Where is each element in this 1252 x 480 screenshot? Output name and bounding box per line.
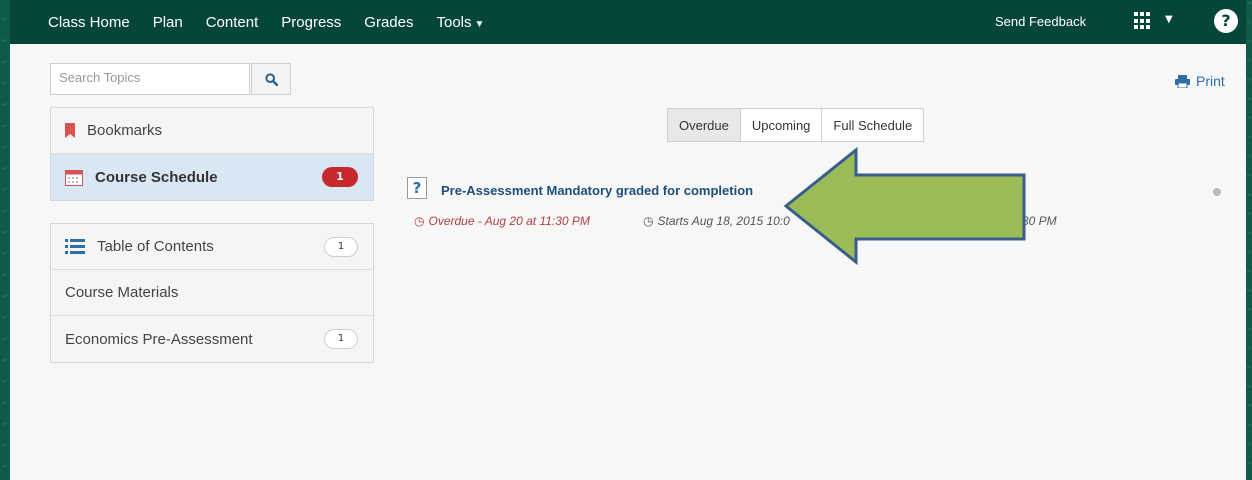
status-dot [1213, 188, 1221, 196]
tab-overdue[interactable]: Overdue [668, 109, 741, 141]
apps-caret-down-icon[interactable]: ▼ [1165, 14, 1173, 25]
module-count-badge: 1 [324, 329, 358, 349]
sidebar-item-economics-pre-assessment[interactable]: Economics Pre-Assessment 1 [51, 316, 373, 362]
caret-down-icon: ▼ [474, 19, 485, 30]
bookmark-icon [65, 123, 75, 138]
nav-progress[interactable]: Progress [281, 14, 341, 31]
nav-plan[interactable]: Plan [153, 14, 183, 31]
search-input[interactable]: Search Topics [50, 63, 250, 95]
sidebar-item-course-materials[interactable]: Course Materials [51, 270, 373, 316]
calendar-icon [65, 169, 83, 186]
list-icon [65, 239, 85, 254]
sidebar-item-course-schedule[interactable]: Course Schedule 1 [51, 154, 373, 200]
printer-icon [1175, 74, 1190, 88]
event-title-link[interactable]: Pre-Assessment Mandatory graded for comp… [441, 183, 753, 198]
sidebar-item-label: Economics Pre-Assessment [65, 330, 253, 348]
sidebar-item-label: Bookmarks [87, 122, 163, 139]
sidebar-item-label: Course Schedule [95, 168, 218, 186]
tab-full-schedule[interactable]: Full Schedule [822, 109, 923, 141]
nav-class-home[interactable]: Class Home [48, 14, 130, 31]
sidebar-item-label: Course Materials [65, 284, 179, 301]
sidebar-item-table-of-contents[interactable]: Table of Contents 1 [51, 224, 373, 270]
event-start-date: ◷ Starts Aug 18, 2015 10:0 [643, 214, 790, 228]
print-button[interactable]: Print [1175, 73, 1225, 89]
sidebar-item-label: Table of Contents [97, 238, 214, 255]
send-feedback-link[interactable]: Send Feedback [995, 14, 1086, 29]
nav-menu: Class Home Plan Content Progress Grades … [48, 14, 507, 31]
clock-icon: ◷ [643, 214, 654, 228]
left-border-strip [0, 0, 10, 480]
search-icon [264, 72, 278, 86]
sidebar-top-panel: Bookmarks Course Schedule 1 [50, 107, 374, 201]
nav-tools[interactable]: Tools ▼ [437, 14, 485, 31]
tab-upcoming[interactable]: Upcoming [741, 109, 823, 141]
print-label: Print [1196, 73, 1225, 89]
table-of-contents-panel: Table of Contents 1 Course Materials Eco… [50, 223, 374, 363]
nav-tools-label: Tools [436, 14, 472, 31]
page: Class Home Plan Content Progress Grades … [0, 0, 1252, 480]
sidebar-item-bookmarks[interactable]: Bookmarks [51, 108, 373, 154]
green-arrow-annotation [783, 146, 1026, 266]
nav-content[interactable]: Content [206, 14, 259, 31]
top-navbar: Class Home Plan Content Progress Grades … [10, 0, 1246, 44]
toc-count-badge: 1 [324, 237, 358, 257]
starts-text: Starts Aug 18, 2015 10:0 [657, 214, 790, 228]
search-button[interactable] [251, 63, 291, 95]
overdue-text: Overdue - Aug 20 at 11:30 PM [428, 214, 590, 228]
nav-grades[interactable]: Grades [364, 14, 413, 31]
clock-icon: ◷ [414, 214, 425, 228]
main-content: Search Topics Bookmarks Course Schedule … [10, 44, 1246, 480]
overdue-count-badge: 1 [322, 167, 358, 187]
schedule-tabs: Overdue Upcoming Full Schedule [667, 108, 925, 142]
event-overdue-date: ◷ Overdue - Aug 20 at 11:30 PM [414, 214, 590, 228]
help-icon[interactable]: ? [1214, 9, 1238, 33]
right-border-strip [1246, 0, 1252, 480]
apps-grid-icon[interactable] [1134, 12, 1152, 30]
quiz-icon: ? [407, 177, 427, 199]
